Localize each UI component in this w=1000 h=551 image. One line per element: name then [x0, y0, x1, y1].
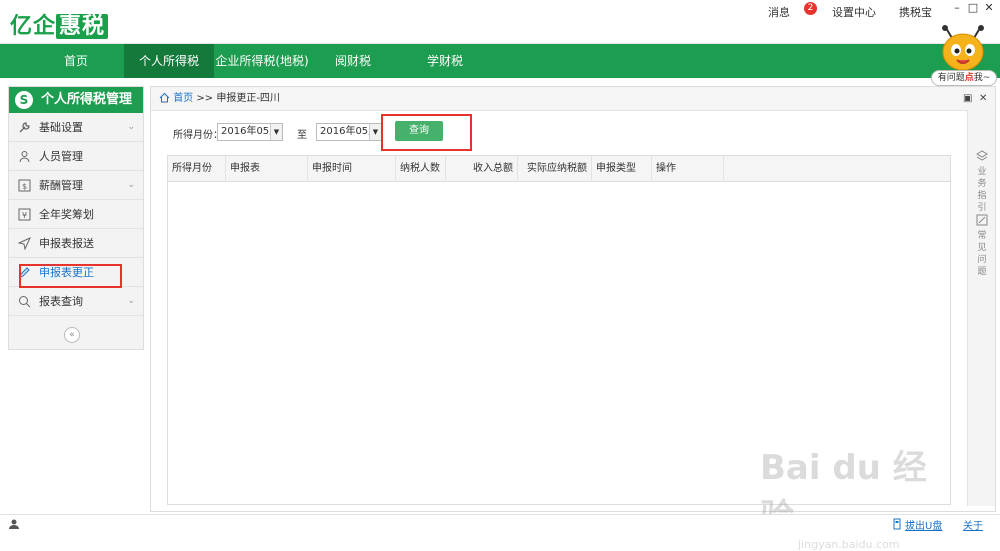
sidebar-title: 个人所得税管理 — [41, 92, 133, 107]
business-guide-button[interactable]: 业务指引 — [968, 150, 996, 214]
coin-icon: S — [15, 91, 33, 109]
breadcrumb-separator: >> — [196, 93, 214, 104]
right-rail: 业务指引 常见问题 — [967, 110, 995, 506]
close-panel-icon[interactable]: ✕ — [979, 87, 987, 111]
col-report-type: 申报类型 — [592, 156, 652, 182]
tab-learn-tax[interactable]: 学财税 — [400, 44, 490, 78]
sidebar-item-basic-settings[interactable]: 基础设置 ⌄ — [9, 113, 143, 142]
tax-tool-link[interactable]: 携税宝 — [899, 4, 932, 20]
usb-icon — [893, 518, 901, 530]
sidebar-item-salary[interactable]: $ 薪酬管理 ⌄ — [9, 171, 143, 200]
maximize-button[interactable]: □ — [966, 1, 980, 15]
home-icon — [159, 92, 170, 103]
chevron-down-icon: ⌄ — [127, 296, 135, 306]
help-text-red: 点 — [964, 73, 974, 83]
breadcrumb-current: 申报更正-四川 — [216, 93, 280, 104]
chevron-down-icon: ⌄ — [127, 180, 135, 190]
logo-highlight: 惠税 — [56, 14, 109, 39]
tab-home[interactable]: 首页 — [36, 44, 116, 78]
breadcrumb: 首页 >> 申报更正-四川 ▣ ✕ — [151, 87, 995, 111]
about-link[interactable]: 关于 — [963, 517, 983, 532]
minimize-button[interactable]: – — [950, 1, 964, 15]
sidebar: S 个人所得税管理 基础设置 ⌄ 人员管理 $ 薪酬管理 ⌄ ¥ 全年奖筹划 申… — [8, 86, 144, 350]
sidebar-item-label: 薪酬管理 — [39, 179, 83, 192]
month-to-select[interactable]: 2016年05月 ▼ — [316, 123, 382, 141]
watermark-url: jingyan.baidu.com — [798, 538, 900, 551]
col-income-month: 所得月份 — [168, 156, 226, 182]
logo-text: 亿企 — [10, 14, 57, 39]
table-header: 所得月份 申报表 申报时间 纳税人数 收入总额 实际应纳税额 申报类型 操作 — [168, 156, 950, 182]
sidebar-collapse-button[interactable]: « — [64, 327, 80, 343]
send-icon — [18, 237, 31, 250]
user-icon — [19, 151, 30, 163]
faq-label: 常见问题 — [977, 231, 987, 277]
sidebar-header: S 个人所得税管理 — [9, 87, 143, 113]
business-guide-label: 业务指引 — [977, 167, 987, 213]
col-report-form: 申报表 — [226, 156, 308, 182]
sidebar-item-report-query[interactable]: 报表查询 ⌄ — [9, 287, 143, 316]
tab-corporate-income-tax[interactable]: 企业所得税(地税) — [214, 44, 310, 78]
help-text-post: 我~ — [973, 73, 991, 83]
chevron-down-icon: ⌄ — [127, 122, 135, 132]
main-nav: 首页 个人所得税 企业所得税(地税) 阅财税 学财税 — [0, 44, 1000, 78]
bonus-icon: ¥ — [18, 208, 31, 221]
svg-text:$: $ — [22, 182, 27, 191]
month-from-select[interactable]: 2016年05月 ▼ — [217, 123, 283, 141]
dropdown-arrow-icon: ▼ — [369, 124, 381, 140]
salary-icon: $ — [18, 179, 31, 192]
svg-text:¥: ¥ — [22, 211, 27, 220]
user-status-icon — [9, 519, 19, 529]
eject-usb-link[interactable]: 拔出U盘 — [905, 517, 942, 532]
status-bar: 拔出U盘 关于 — [0, 514, 1000, 533]
filter-bar: 所得月份： 2016年05月 ▼ 至 2016年05月 ▼ 查询 — [159, 121, 967, 147]
close-button[interactable]: ✕ — [982, 1, 996, 15]
income-month-label: 所得月份： — [173, 130, 223, 141]
sidebar-item-label: 人员管理 — [39, 150, 83, 163]
top-bar: 亿企 惠税 消息 2 设置中心 携税宝 – □ ✕ — [0, 0, 1000, 44]
edit-icon — [976, 214, 988, 226]
tab-personal-income-tax[interactable]: 个人所得税 — [124, 44, 214, 78]
message-count-badge: 2 — [804, 2, 817, 15]
messages-link[interactable]: 消息 — [768, 4, 790, 20]
annotation-highlight-sidebar — [19, 264, 122, 288]
col-total-income: 收入总额 — [446, 156, 518, 182]
sidebar-item-label: 基础设置 — [39, 121, 83, 134]
col-report-time: 申报时间 — [308, 156, 396, 182]
to-label: 至 — [297, 130, 307, 141]
faq-button[interactable]: 常见问题 — [968, 214, 996, 278]
sidebar-item-label: 报表查询 — [39, 295, 83, 308]
dropdown-arrow-icon: ▼ — [270, 124, 282, 140]
sidebar-item-annual-bonus[interactable]: ¥ 全年奖筹划 — [9, 200, 143, 229]
wrench-icon — [19, 122, 30, 133]
sidebar-item-label: 全年奖筹划 — [39, 208, 94, 221]
breadcrumb-home-link[interactable]: 首页 — [173, 93, 193, 104]
col-actual-tax: 实际应纳税额 — [518, 156, 592, 182]
help-text-pre: 有问题 — [937, 73, 965, 83]
layers-icon — [976, 150, 988, 161]
sidebar-item-report-submit[interactable]: 申报表报送 — [9, 229, 143, 258]
tab-read-tax[interactable]: 阅财税 — [310, 44, 396, 78]
col-taxpayer-count: 纳税人数 — [396, 156, 446, 182]
baidu-watermark: Bai du 经验 jingyan.baidu.com — [760, 440, 960, 551]
settings-center-link[interactable]: 设置中心 — [832, 4, 876, 20]
annotation-highlight-query — [381, 114, 472, 151]
help-bubble[interactable]: 有问题点我~ — [931, 70, 997, 86]
col-actions: 操作 — [652, 156, 724, 182]
sidebar-item-label: 申报表报送 — [39, 237, 94, 250]
app-logo: 亿企 惠税 — [10, 8, 109, 40]
sidebar-item-personnel[interactable]: 人员管理 — [9, 142, 143, 171]
search-icon — [19, 296, 31, 308]
restore-panel-icon[interactable]: ▣ — [963, 87, 972, 111]
